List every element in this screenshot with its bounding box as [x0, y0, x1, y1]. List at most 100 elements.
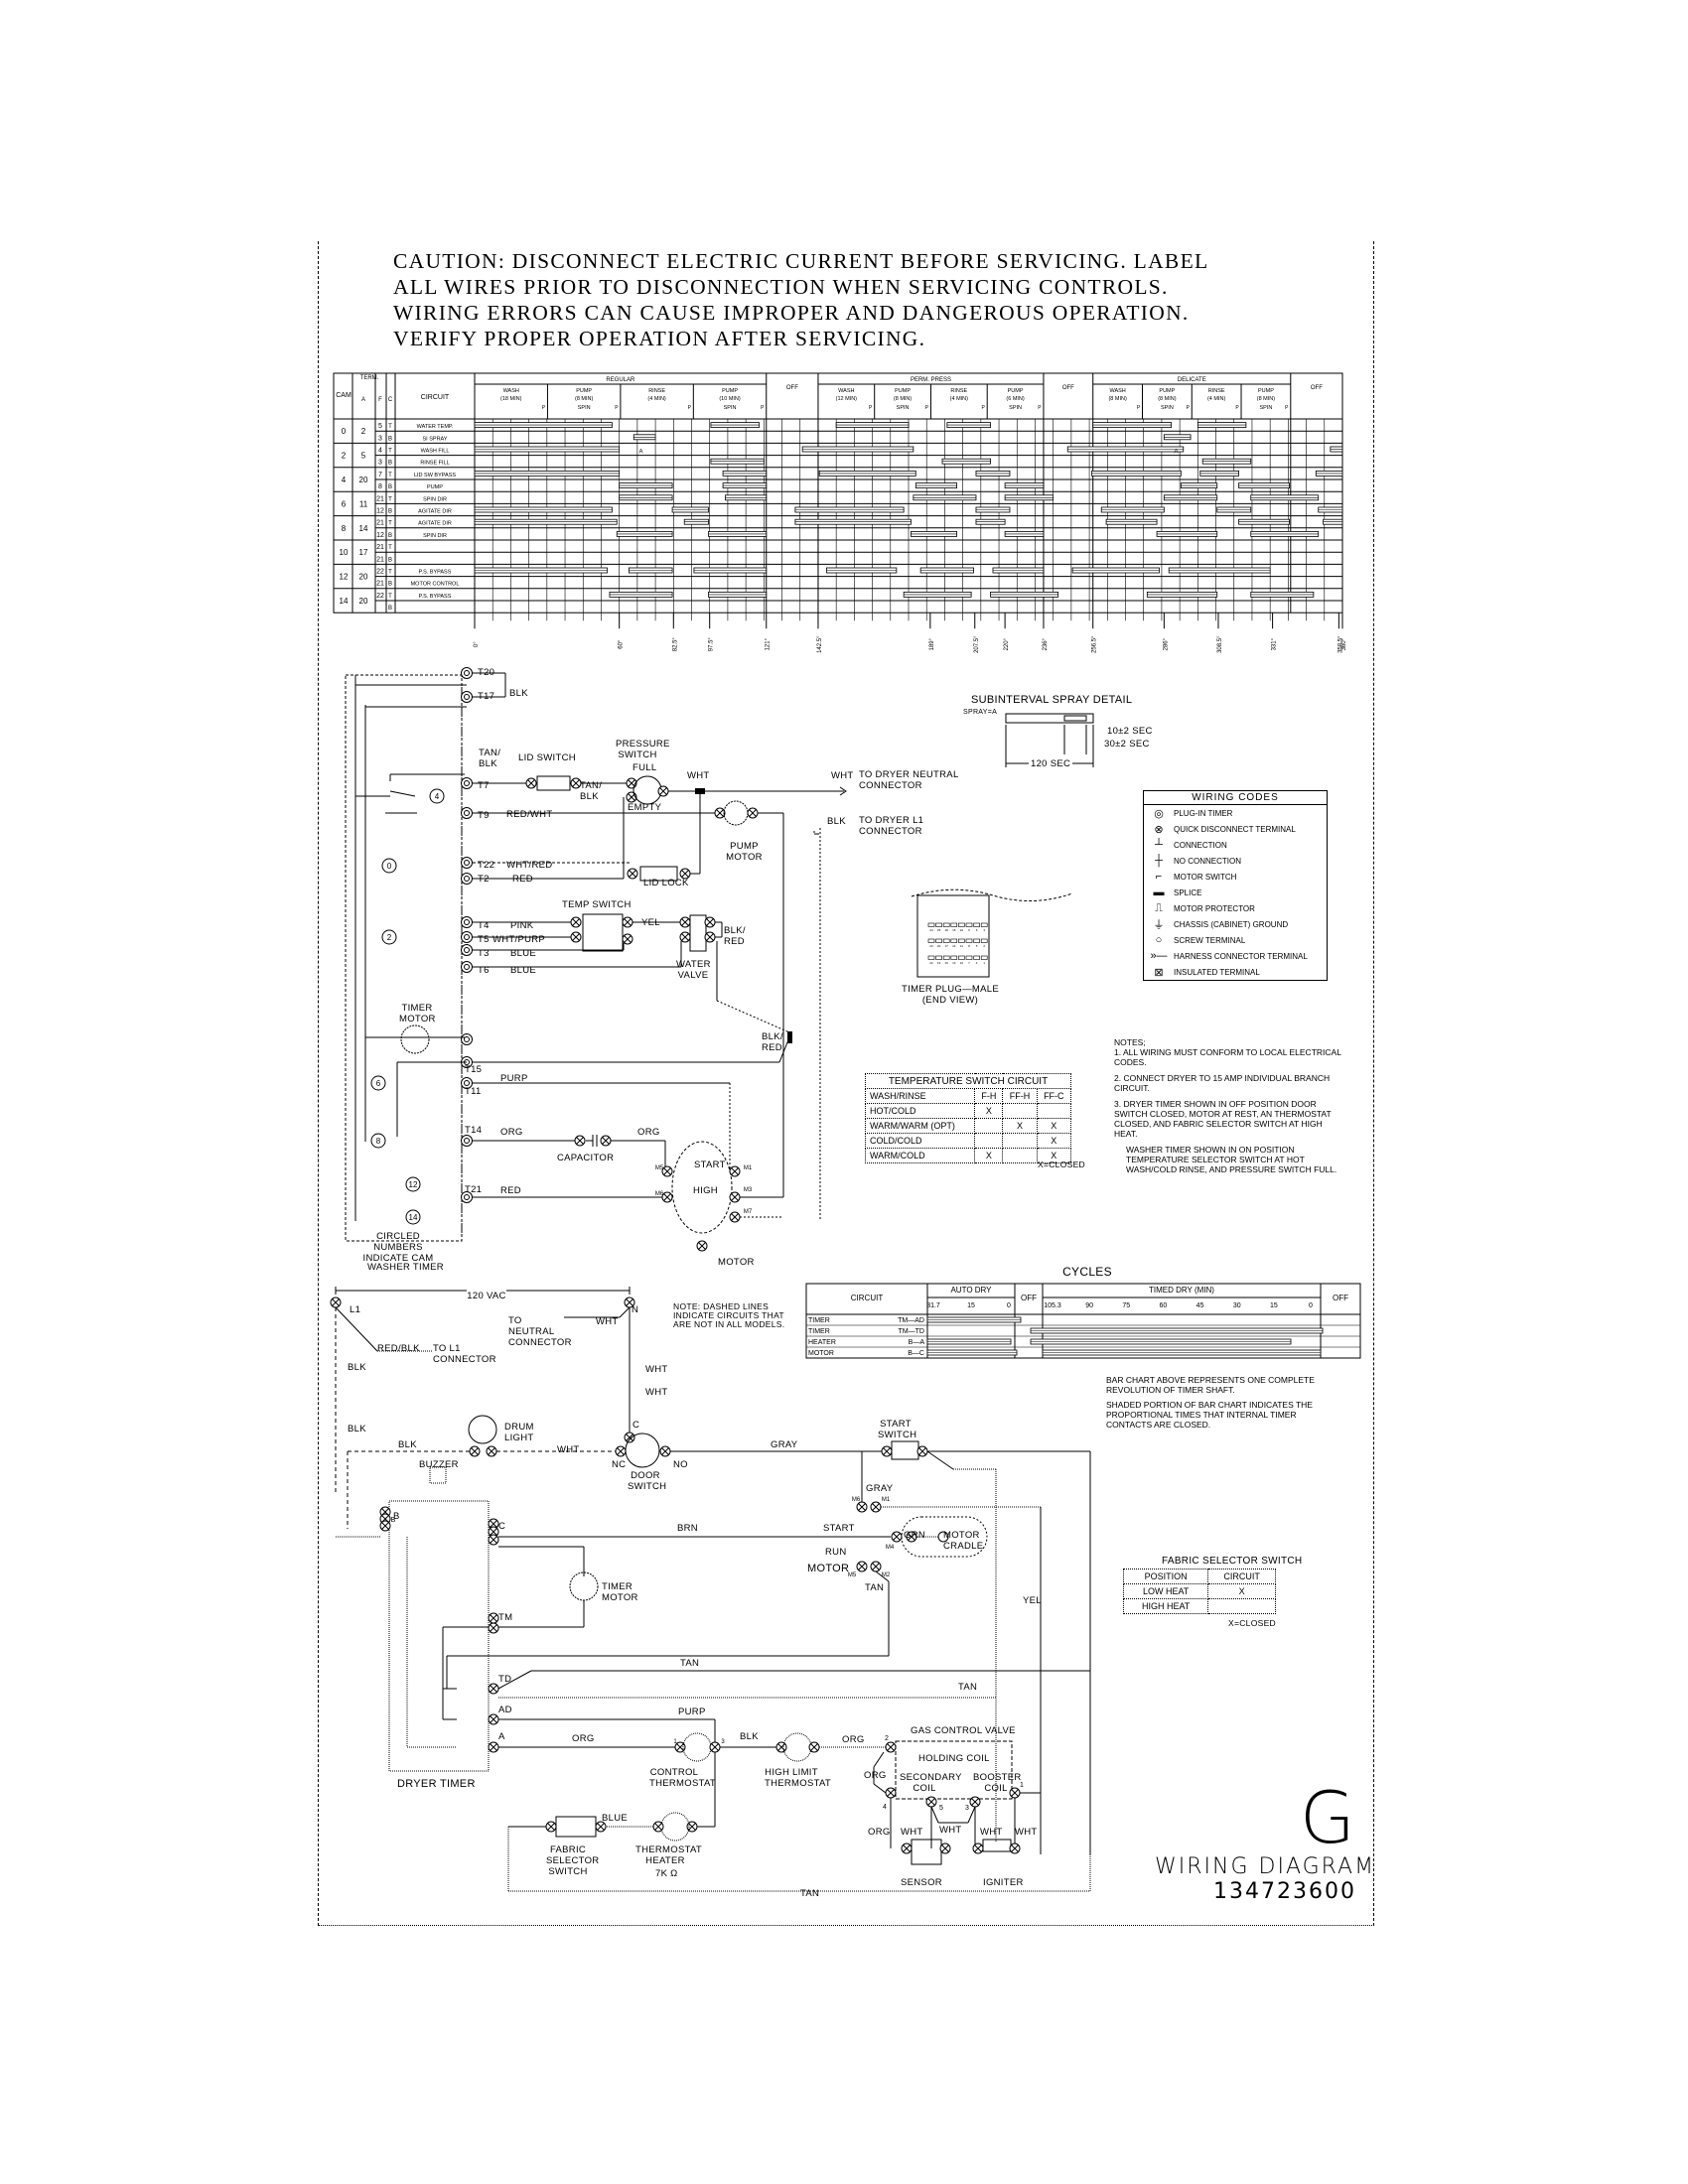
timer-terminal-label: AD [498, 1705, 512, 1715]
n-label: N [632, 1304, 639, 1315]
booster-coil-label: BOOSTER COIL [973, 1772, 1022, 1794]
start-switch-icon [891, 1440, 919, 1460]
wire-label: BLK [740, 1731, 759, 1742]
timed-tick-label: 75 [1122, 1302, 1130, 1309]
cycles-row-contacts: TM—AD [898, 1317, 924, 1324]
timer-terminal-label: A [498, 1731, 505, 1742]
holding-coil-label: HOLDING COIL [918, 1753, 990, 1764]
wire-label: WHT [645, 1387, 668, 1398]
timer-motor-icon [569, 1571, 599, 1601]
wire-label: ORG [572, 1733, 595, 1744]
auto-tick-label: 15 [967, 1302, 975, 1309]
terminal-id: M6 [852, 1497, 861, 1503]
cycles-note: SHADED PORTION OF BAR CHART INDICATES TH… [1106, 1400, 1313, 1430]
wire-label: WHT [645, 1364, 668, 1375]
auto-tick-label: 31.7 [926, 1302, 940, 1309]
table-cell: HIGH HEAT [1122, 1598, 1209, 1614]
terminal-id: M2 [882, 1572, 891, 1578]
contact-c-label: C [633, 1420, 640, 1431]
cycles-row-contacts: B—C [908, 1350, 924, 1357]
wire-label: BLUE [602, 1813, 629, 1824]
drum-light-label: DRUM LIGHT [504, 1422, 534, 1443]
cycles-row-name: MOTOR [808, 1350, 834, 1357]
column-header: CIRCUIT [1207, 1569, 1276, 1584]
door-switch-icon [625, 1433, 660, 1468]
cycles-row-contacts: B—A [909, 1339, 925, 1346]
terminal-id: 5 [939, 1805, 943, 1812]
dryer-timer-box [388, 1500, 490, 1772]
table-cell: LOW HEAT [1122, 1583, 1209, 1599]
l1-label: L1 [350, 1304, 361, 1315]
terminal-id: 4 [883, 1804, 887, 1811]
drum-light-icon [468, 1415, 497, 1444]
dryer-cycles-chart: CIRCUIT AUTO DRY OFF TIMED DRY (MIN) OFF 31.7… [805, 1283, 1361, 1359]
to-l1-label: TO L1 CONNECTOR [433, 1343, 496, 1365]
wire-label: WHT [980, 1827, 1003, 1838]
column-header: POSITION [1122, 1569, 1209, 1584]
terminal-id: 3 [965, 1805, 969, 1812]
table-row: LOW HEAT X [1122, 1583, 1276, 1599]
timed-tick-label: 30 [1233, 1302, 1241, 1309]
timer-motor-label: TIMER MOTOR [602, 1581, 638, 1603]
voltage-label: 120 VAC [467, 1291, 506, 1301]
igniter-icon [982, 1839, 1012, 1852]
wire-label: RED/BLK [377, 1343, 420, 1354]
table-cell [1207, 1598, 1276, 1614]
wire [967, 1806, 976, 1824]
wire-label: WHT [939, 1825, 962, 1836]
timed-tick-label: 90 [1085, 1302, 1093, 1309]
fabric-selector-switch-icon [555, 1816, 597, 1838]
cycles-row-name: TIMER [808, 1328, 830, 1335]
high-limit-thermostat-icon [782, 1732, 812, 1762]
cycles-note: BAR CHART ABOVE REPRESENTS ONE COMPLETE … [1106, 1375, 1315, 1395]
wire-label: BLK [398, 1439, 417, 1450]
wire-label: GRAY [771, 1439, 798, 1450]
off-header: OFF [1021, 1294, 1037, 1302]
wire [873, 1783, 887, 1794]
motor-label: MOTOR [807, 1563, 850, 1574]
terminal-id: M1 [882, 1497, 891, 1503]
wire-label: WHT [557, 1444, 580, 1455]
timer-terminal-label: TD [498, 1674, 512, 1685]
table-cell: X [1207, 1583, 1276, 1599]
wire-label: BLK [348, 1362, 366, 1373]
heater-value: 7K Ω [655, 1868, 678, 1879]
timed-tick-label: 45 [1196, 1302, 1204, 1309]
wire-label: GRN [904, 1530, 926, 1541]
fabric-table-title: FABRIC SELECTOR SWITCH [1162, 1556, 1303, 1567]
timed-tick-label: 105.3 [1044, 1302, 1061, 1309]
terminal-id: 3 [721, 1739, 725, 1745]
wire-label: ORG [868, 1827, 891, 1838]
sensor-label: SENSOR [901, 1877, 942, 1888]
door-switch-label: DOOR SWITCH [628, 1470, 667, 1492]
contact-nc-label: NC [612, 1459, 627, 1470]
dryer-timer-label: DRYER TIMER [397, 1778, 476, 1790]
timed-tick-label: 60 [1160, 1302, 1168, 1309]
contact-no-label: NO [673, 1459, 688, 1470]
thermostat-heater-icon [660, 1812, 690, 1842]
wire-label: WHT [901, 1827, 923, 1838]
cycles-row-contacts: TM—TD [899, 1328, 924, 1335]
timer-terminal-label: C [498, 1521, 506, 1532]
wire-label: TAN [800, 1888, 820, 1899]
cycles-circuit-header: CIRCUIT [851, 1294, 884, 1302]
off-header: OFF [1333, 1294, 1348, 1302]
thermostat-heater-label: THERMOSTAT HEATER [635, 1844, 703, 1866]
buzzer-label: BUZZER [419, 1459, 459, 1470]
timed-tick-label: 15 [1270, 1302, 1278, 1309]
wire-label: YEL [1023, 1595, 1042, 1606]
terminal-id: 2 [885, 1735, 889, 1742]
timed-tick-label: 0 [1309, 1302, 1313, 1309]
wire [873, 1751, 885, 1768]
igniter-label: IGNITER [983, 1877, 1024, 1888]
run-winding-label: RUN [825, 1547, 847, 1558]
wire-label: TAN [865, 1582, 885, 1593]
control-thermostat-label: CONTROL THERMOSTAT [649, 1767, 717, 1789]
timer-terminal-label: B [393, 1511, 400, 1522]
start-switch-label: START SWITCH [878, 1419, 917, 1440]
wire [930, 1806, 939, 1824]
wire [926, 1450, 954, 1470]
fabric-table-legend: X=CLOSED [1228, 1618, 1276, 1628]
wire-label: BLK [348, 1424, 366, 1434]
wire-label: WHT [596, 1316, 619, 1327]
